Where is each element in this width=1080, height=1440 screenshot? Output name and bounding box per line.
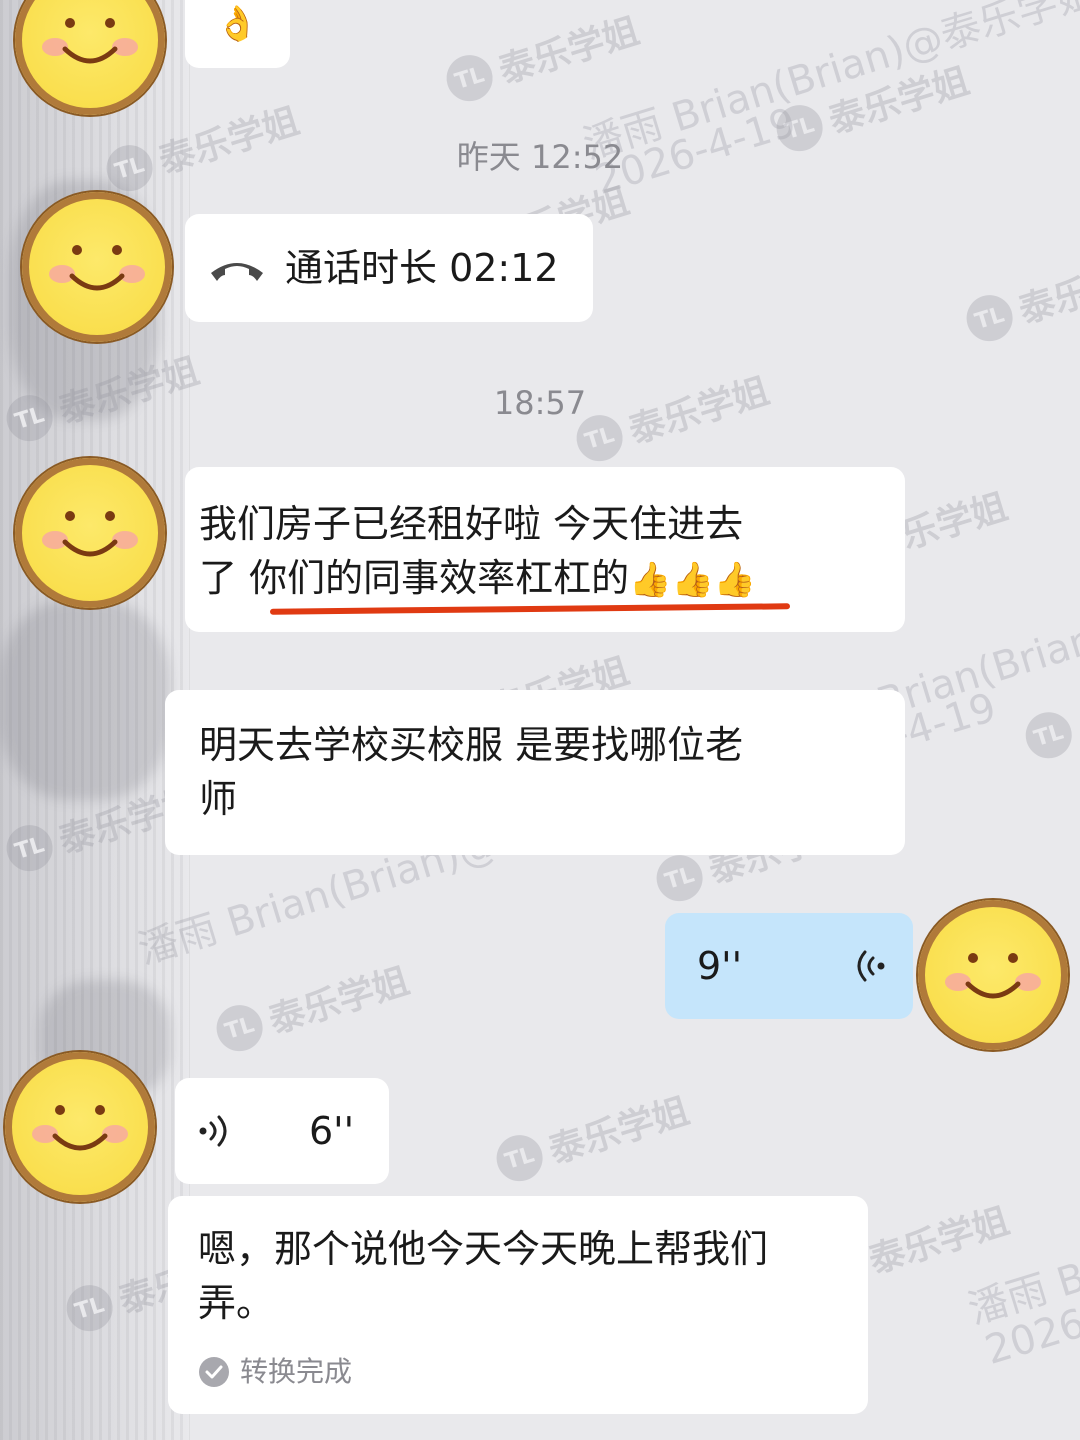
watermark-logo-icon: TL xyxy=(960,289,1019,347)
voice-message-incoming[interactable]: 6'' xyxy=(175,1078,389,1184)
contact-avatar[interactable] xyxy=(15,458,165,608)
voice-duration: 9'' xyxy=(697,944,743,988)
watermark-logo-icon: TL xyxy=(0,819,59,877)
contact-avatar[interactable] xyxy=(15,0,165,115)
phone-handset-icon xyxy=(211,263,263,281)
watermark: TL 泰乐学姐 xyxy=(960,242,1080,350)
voice-wave-icon xyxy=(199,1115,227,1147)
message-text-line: 了 你们的同事效率杠杠的👍👍👍 xyxy=(199,556,757,600)
call-duration-label: 通话时长 02:12 xyxy=(285,246,559,290)
call-record-bubble[interactable]: 通话时长 02:12 xyxy=(185,214,593,322)
message-text-line: 弄。 xyxy=(198,1281,275,1325)
watermark-date: 2026-4-19 xyxy=(980,1269,1080,1374)
smiley-face-icon xyxy=(42,18,138,64)
smiley-face-icon xyxy=(32,1105,128,1151)
watermark: TL 泰乐学姐 xyxy=(210,952,415,1060)
check-circle-icon xyxy=(199,1357,229,1387)
contact-avatar[interactable] xyxy=(22,192,172,342)
watermark-logo-icon: TL xyxy=(650,849,709,907)
thumbs-up-emoji: 👍👍👍 xyxy=(629,560,757,600)
message-text-line: 嗯，那个说他今天今天晚上帮我们 xyxy=(198,1227,769,1271)
watermark-name: 潘雨 Brian(Brian)@泰乐学姐 xyxy=(962,1133,1080,1334)
my-avatar[interactable] xyxy=(918,900,1068,1050)
watermark-logo-icon: TL xyxy=(440,49,499,107)
message-bubble-partial[interactable]: 👌 xyxy=(185,0,290,68)
watermark-logo-icon: TL xyxy=(1020,706,1078,764)
voice-transcription-bubble[interactable]: 嗯，那个说他今天今天晚上帮我们 弄。 转换完成 xyxy=(168,1196,868,1414)
timestamp: 昨天 12:52 xyxy=(456,138,624,176)
watermark: TL xyxy=(1020,706,1078,764)
transcription-status: 转换完成 xyxy=(198,1352,868,1392)
watermark: TL 泰乐学姐 xyxy=(490,1082,695,1190)
message-text-line: 明天去学校买校服 是要找哪位老 xyxy=(199,723,744,767)
smiley-face-icon xyxy=(42,511,138,557)
voice-message-outgoing[interactable]: 9'' xyxy=(665,913,913,1019)
transcription-status-label: 转换完成 xyxy=(240,1355,353,1388)
highlighted-text: 你们的同事效率杠杠的 xyxy=(249,556,630,600)
message-text-line: 我们房子已经租好啦 今天住进去 xyxy=(199,502,744,546)
smiley-face-icon xyxy=(945,953,1041,999)
smiley-face-icon xyxy=(49,245,145,291)
voice-wave-icon xyxy=(857,950,885,982)
watermark-logo-icon: TL xyxy=(60,1279,119,1337)
message-bubble[interactable]: 明天去学校买校服 是要找哪位老 师 xyxy=(165,690,905,855)
timestamp: 18:57 xyxy=(493,384,587,422)
watermark-logo-icon: TL xyxy=(210,999,269,1057)
ok-hand-emoji: 👌 xyxy=(216,4,259,44)
watermark-logo-icon: TL xyxy=(490,1129,549,1187)
watermark: TL 泰乐学姐 xyxy=(440,2,645,110)
voice-duration: 6'' xyxy=(309,1109,355,1153)
contact-avatar[interactable] xyxy=(5,1052,155,1202)
message-text-line: 师 xyxy=(199,777,238,821)
